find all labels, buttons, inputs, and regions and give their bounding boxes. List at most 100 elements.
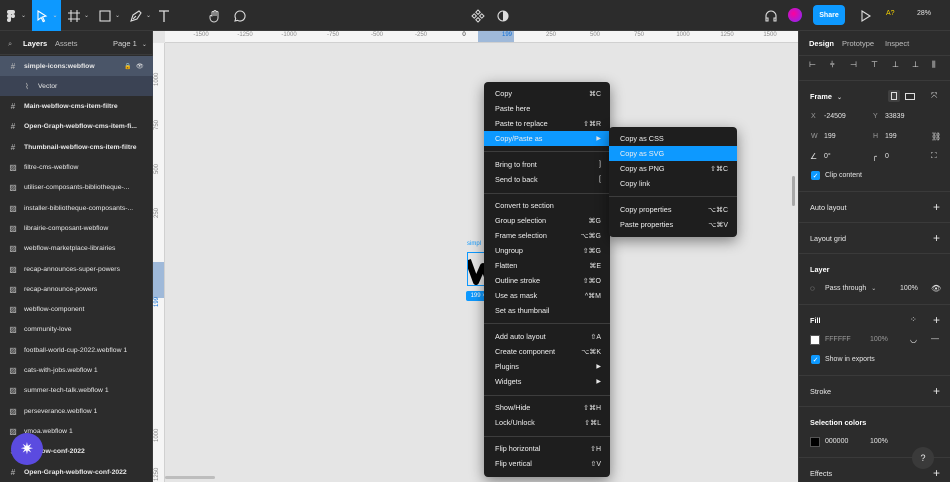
present-button[interactable]	[858, 0, 872, 31]
add-auto-layout-icon[interactable]: +	[933, 201, 940, 213]
layer-row[interactable]: ▨ summer-tech-talk.webflow 1	[0, 381, 153, 401]
eye-icon[interactable]: 👁	[136, 63, 144, 70]
layer-row[interactable]: ▨ utiliser-composants-bibliotheque-...	[0, 178, 153, 198]
selection-color-hex[interactable]: 000000	[825, 438, 848, 445]
layer-row[interactable]: ▨ football-world-cup-2022.webflow 1	[0, 340, 153, 360]
fill-color-swatch[interactable]	[810, 335, 820, 345]
menu-item[interactable]: Flip horizontal ⇧H	[484, 441, 610, 456]
submenu-item[interactable]: Copy as CSS	[609, 131, 737, 146]
clip-content-checkbox[interactable]: ✓	[811, 171, 820, 180]
shape-tool-button[interactable]: ⌄	[95, 0, 123, 31]
avatar[interactable]	[788, 8, 802, 22]
align-left-icon[interactable]: ⊢	[809, 60, 816, 69]
height-field[interactable]: 199	[885, 133, 897, 140]
layer-row[interactable]: # Thumbnail-webflow-cms-item-filtre	[0, 137, 153, 157]
hand-tool-button[interactable]	[206, 0, 224, 31]
constrain-proportions-icon[interactable]: ⛓	[931, 132, 941, 141]
comment-tool-button[interactable]	[231, 0, 249, 31]
resize-to-fit-icon[interactable]: ⤧	[931, 91, 937, 101]
remove-fill-icon[interactable]: —	[931, 334, 939, 343]
add-fill-icon[interactable]: +	[933, 314, 940, 326]
menu-item[interactable]: Lock/Unlock ⇧⌘L	[484, 415, 610, 430]
selection-color-opacity[interactable]: 100%	[870, 438, 888, 445]
menu-item[interactable]: Copy/Paste as ▶	[484, 131, 610, 146]
vertical-scrollbar[interactable]	[792, 176, 795, 206]
add-stroke-icon[interactable]: +	[933, 385, 940, 397]
layer-row[interactable]: # Main-webflow-cms-item-filtre	[0, 97, 153, 117]
menu-item[interactable]: Flatten ⌘E	[484, 258, 610, 273]
layer-row[interactable]: ▨ installer-bibliotheque-composants-...	[0, 198, 153, 218]
user-badge[interactable]: A?	[886, 10, 895, 17]
frame-section-title[interactable]: Frame ⌄	[810, 92, 842, 101]
layer-row[interactable]: ▨ webflow-marketplace-librairies	[0, 239, 153, 259]
menu-item[interactable]: Send to back [	[484, 172, 610, 187]
width-field[interactable]: 199	[824, 133, 836, 140]
fill-opacity-field[interactable]: 100%	[870, 336, 888, 343]
menu-item[interactable]: Use as mask ^⌘M	[484, 288, 610, 303]
canvas[interactable]: -1500 -1250 -1000 -750 -500 -250 0 199 250 500 750…	[153, 31, 798, 482]
layer-row[interactable]: ▨ filtre-cms-webflow	[0, 158, 153, 178]
layer-row[interactable]: # Open-Graph-webflow-cms-item-fi...	[0, 117, 153, 137]
add-layout-grid-icon[interactable]: +	[933, 232, 940, 244]
frame-name-label[interactable]: simpl	[467, 241, 481, 247]
submenu-item[interactable]: Copy properties ⌥⌘C	[609, 202, 737, 217]
help-button[interactable]: ?	[912, 447, 934, 469]
tab-inspect[interactable]: Inspect	[885, 39, 909, 48]
submenu-item[interactable]: Copy as PNG ⇧⌘C	[609, 161, 737, 176]
menu-item[interactable]: Bring to front]	[484, 157, 610, 172]
main-menu-button[interactable]: ⌄	[4, 0, 26, 31]
move-tool-button[interactable]: ⌄	[32, 0, 61, 31]
menu-item[interactable]: Plugins ▶	[484, 359, 610, 374]
share-button[interactable]: Share	[813, 5, 845, 25]
blend-mode-select[interactable]: Pass through ⌄	[825, 285, 876, 292]
layer-opacity-field[interactable]: 100%	[900, 285, 918, 292]
landscape-icon[interactable]	[905, 93, 915, 100]
page-selector[interactable]: Page 1 ⌄	[113, 39, 147, 48]
add-effect-icon[interactable]: +	[933, 467, 940, 479]
portrait-orientation-button[interactable]	[888, 90, 900, 102]
corner-radius-field[interactable]: 0	[885, 153, 889, 160]
plugin-launcher-button[interactable]: ✷	[11, 433, 43, 465]
layer-row[interactable]: ▨ perseverance.webflow 1	[0, 401, 153, 421]
x-field[interactable]: -24509	[824, 113, 846, 120]
eye-icon[interactable]: 👁	[931, 284, 941, 293]
layer-row-selected[interactable]: # simple-icons:webflow 🔒 👁	[0, 56, 153, 76]
layer-row[interactable]: ▨ webflow-component	[0, 300, 153, 320]
frame-tool-button[interactable]: ⌄	[64, 0, 92, 31]
tab-prototype[interactable]: Prototype	[842, 39, 874, 48]
layer-row[interactable]: ▨ cats-with-jobs.webflow 1	[0, 361, 153, 381]
menu-item[interactable]: Paste here	[484, 101, 610, 116]
menu-item[interactable]: Group selection ⌘G	[484, 213, 610, 228]
text-tool-button[interactable]	[156, 0, 172, 31]
audio-button[interactable]	[762, 0, 780, 31]
tab-layers[interactable]: Layers	[23, 39, 47, 48]
horizontal-scrollbar[interactable]	[165, 476, 215, 479]
submenu-item[interactable]: Copy link	[609, 176, 737, 191]
menu-item[interactable]: Ungroup ⇧⌘G	[484, 243, 610, 258]
component-button[interactable]	[469, 0, 487, 31]
fill-hex-field[interactable]: FFFFFF	[825, 336, 851, 343]
layer-row[interactable]: ▨ recap-announces-super-powers	[0, 259, 153, 279]
menu-item[interactable]: Widgets ▶	[484, 374, 610, 389]
align-center-horizontal-icon[interactable]: ⫩	[830, 60, 835, 70]
menu-item[interactable]: Set as thumbnail	[484, 303, 610, 318]
rotation-field[interactable]: 0°	[824, 153, 831, 160]
menu-item[interactable]: Paste to replace ⇧⌘R	[484, 116, 610, 131]
tab-assets[interactable]: Assets	[55, 39, 78, 48]
distribute-icon[interactable]: ⫼	[932, 60, 936, 70]
align-right-icon[interactable]: ⊣	[850, 60, 857, 69]
show-in-exports-checkbox[interactable]: ✓	[811, 355, 820, 364]
layer-row[interactable]: ▨ community-love	[0, 320, 153, 340]
submenu-item[interactable]: Paste properties ⌥⌘V	[609, 217, 737, 232]
y-field[interactable]: 33839	[885, 113, 904, 120]
layer-row[interactable]: ▨ recap-announce-powers	[0, 279, 153, 299]
contrast-button[interactable]	[494, 0, 512, 31]
layer-row[interactable]: # Open-Graph-webflow-conf-2022	[0, 462, 153, 482]
menu-item[interactable]: Convert to section	[484, 198, 610, 213]
selection-color-swatch[interactable]	[810, 437, 820, 447]
lock-icon[interactable]: 🔒	[124, 63, 131, 70]
search-icon[interactable]: ⌕	[8, 39, 12, 49]
align-top-icon[interactable]: ⊤	[871, 60, 878, 69]
menu-item[interactable]: Show/Hide ⇧⌘H	[484, 400, 610, 415]
hide-fill-icon[interactable]: ◡	[910, 335, 917, 344]
